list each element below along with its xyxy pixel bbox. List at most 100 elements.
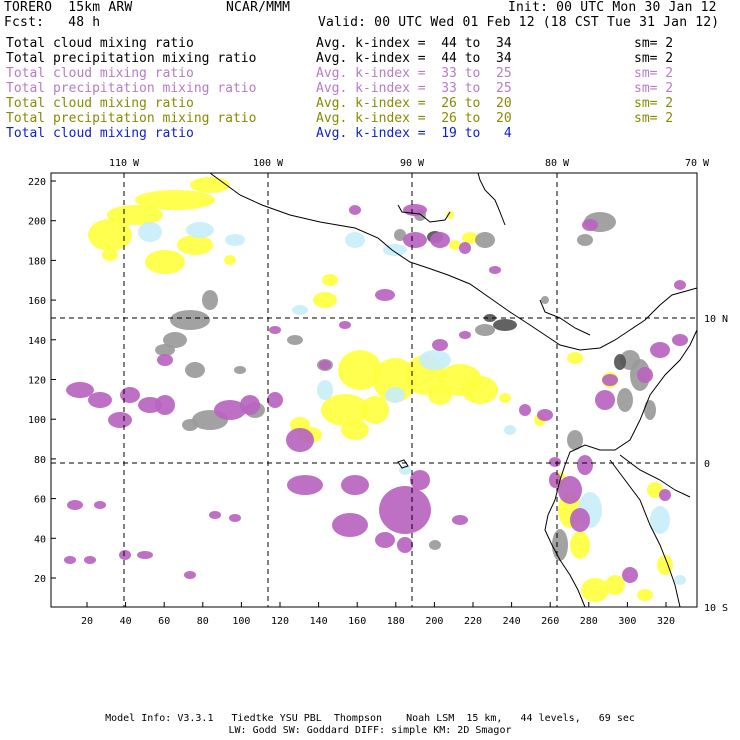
yellow-field	[341, 420, 369, 440]
x-tick-label: 200	[425, 616, 443, 627]
yellow-field	[605, 575, 625, 595]
legend-smoothing: sm= 2	[634, 66, 674, 81]
y-tick-label: 160	[28, 296, 46, 307]
purple-field	[269, 326, 281, 334]
light-blue-field	[292, 305, 308, 315]
purple-field	[537, 409, 553, 421]
purple-field	[286, 428, 314, 452]
x-tick-label: 60	[158, 616, 170, 627]
purple-field	[403, 204, 427, 216]
purple-field	[410, 470, 430, 490]
purple-field	[397, 537, 413, 553]
legend-k-index: Avg. k-index = 44 to 34	[316, 51, 512, 66]
legend-field-name: Total precipitation mixing ratio	[6, 81, 257, 96]
legend-field-name: Total precipitation mixing ratio	[6, 51, 257, 66]
latitude-label: 10 N	[704, 314, 728, 325]
gray-field	[429, 540, 441, 550]
purple-field	[184, 571, 196, 579]
y-tick-label: 80	[34, 455, 46, 466]
purple-field	[489, 266, 501, 274]
purple-field	[137, 551, 153, 559]
field-overlays	[64, 177, 688, 602]
light-blue-field	[504, 425, 516, 435]
purple-field	[94, 501, 106, 509]
x-tick-label: 40	[120, 616, 132, 627]
physics-info-line: LW: Godd SW: Goddard DIFF: simple KM: 2D…	[228, 725, 512, 736]
purple-field	[674, 280, 686, 290]
x-tick-label: 220	[464, 616, 482, 627]
purple-field	[120, 387, 140, 403]
light-blue-field	[674, 575, 686, 585]
purple-field	[582, 219, 598, 231]
x-tick-label: 240	[503, 616, 521, 627]
purple-field	[672, 334, 688, 346]
purple-field	[519, 404, 531, 416]
purple-field	[650, 342, 670, 358]
legend-field-name: Total precipitation mixing ratio	[6, 111, 257, 126]
purple-field	[595, 390, 615, 410]
legend-row: Total precipitation mixing ratio Avg. k-i…	[6, 81, 736, 96]
gray-field	[234, 366, 246, 374]
x-tick-label: 120	[271, 616, 289, 627]
purple-field	[430, 232, 450, 248]
legend-k-index: Avg. k-index = 44 to 34	[316, 36, 512, 51]
x-tick-label: 320	[657, 616, 675, 627]
legend-field-name: Total cloud mixing ratio	[6, 66, 194, 81]
dark-gray-field	[614, 354, 626, 370]
light-blue-field	[317, 380, 333, 400]
y-tick-label: 120	[28, 376, 46, 387]
legend-k-index: Avg. k-index = 26 to 20	[316, 96, 512, 111]
legend-k-index: Avg. k-index = 33 to 25	[316, 66, 512, 81]
legend-row: Total cloud mixing ratio Avg. k-index = 3…	[6, 66, 736, 81]
purple-field	[332, 513, 368, 537]
model-info-line: Model Info: V3.3.1 Tiedtke YSU PBL Thomp…	[105, 713, 635, 724]
purple-field	[341, 475, 369, 495]
purple-field	[570, 508, 590, 532]
yellow-field	[224, 255, 236, 265]
legend-field-name: Total cloud mixing ratio	[6, 126, 194, 141]
y-tick-label: 100	[28, 415, 46, 426]
legend-smoothing: sm= 2	[634, 81, 674, 96]
y-tick-label: 140	[28, 336, 46, 347]
institution-label: NCAR/MMM	[226, 0, 291, 15]
x-tick-label: 180	[387, 616, 405, 627]
purple-field	[459, 242, 471, 254]
purple-field	[267, 392, 283, 408]
dark-gray-field	[493, 319, 517, 331]
longitude-label: 100 W	[253, 158, 284, 169]
yellow-field	[190, 177, 230, 193]
purple-field	[622, 567, 638, 583]
purple-field	[432, 339, 448, 351]
valid-time: Valid: 00 UTC Wed 01 Feb 12 (18 CST Tue …	[318, 15, 720, 30]
x-axis-ticks: 20 40 60 80 100 120 140 160 180 200 220 240 260 280 30…	[81, 602, 675, 627]
purple-field	[379, 486, 431, 534]
purple-field	[558, 476, 582, 504]
yellow-field	[581, 578, 609, 602]
light-blue-field	[419, 350, 451, 370]
y-tick-label: 40	[34, 534, 46, 545]
gray-field	[475, 324, 495, 336]
yellow-field	[313, 292, 337, 308]
x-tick-label: 280	[580, 616, 598, 627]
gray-field	[577, 234, 593, 246]
legend-row: Total cloud mixing ratio Avg. k-index = 1…	[6, 126, 736, 141]
legend-row: Total cloud mixing ratio Avg. k-index = 2…	[6, 96, 736, 111]
purple-field	[155, 395, 175, 415]
purple-field	[549, 472, 561, 488]
purple-field	[319, 360, 331, 370]
legend-row: Total precipitation mixing ratio Avg. k-i…	[6, 51, 736, 66]
purple-field	[549, 457, 561, 467]
purple-field	[637, 367, 653, 383]
forecast-hour: Fcst: 48 h	[4, 15, 101, 30]
yellow-field	[637, 589, 653, 601]
coastline	[544, 329, 698, 608]
model-title: TORERO 15km ARW	[4, 0, 133, 15]
latitude-label: 0	[704, 459, 710, 470]
gray-field	[541, 296, 549, 304]
light-blue-field	[138, 222, 162, 242]
purple-field	[375, 289, 395, 301]
longitude-labels: 110 W 100 W 90 W 80 W 70 W	[109, 158, 710, 169]
legend-smoothing: sm= 2	[634, 36, 674, 51]
purple-field	[108, 412, 132, 428]
longitude-label: 70 W	[685, 158, 710, 169]
